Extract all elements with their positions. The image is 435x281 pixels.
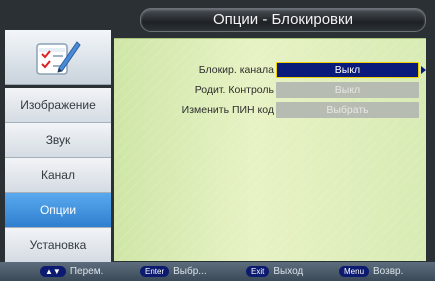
footer-hint-bar: ▲▼ Перем. Enter Выбр... Exit Выход Menu Возв… [0, 262, 435, 281]
sidebar-item-options[interactable]: Опции [5, 193, 111, 228]
sidebar: Изображение Звук Канал Опции Установка [5, 30, 111, 263]
hint-back: Menu Возвр. [339, 265, 403, 278]
hint-exit: Exit Выход [246, 265, 303, 278]
setting-label: Изменить ПИН код [181, 104, 274, 116]
sidebar-item-channel[interactable]: Канал [5, 158, 111, 193]
setting-row-parental-control[interactable]: Родит. Контроль Выкл [114, 81, 426, 99]
setting-label: Родит. Контроль [194, 84, 274, 96]
enter-key-icon: Enter [140, 266, 170, 277]
menu-key-icon: Menu [339, 266, 370, 277]
setting-value-change-pin[interactable]: Выбрать [276, 102, 419, 118]
sidebar-item-image[interactable]: Изображение [5, 88, 111, 123]
hint-navigate: ▲▼ Перем. [40, 265, 103, 278]
page-title: Опции - Блокировки [140, 8, 426, 32]
exit-key-icon: Exit [246, 266, 270, 277]
sidebar-item-sound[interactable]: Звук [5, 123, 111, 158]
updown-key-icon: ▲▼ [40, 266, 66, 277]
hint-text: Возвр. [373, 266, 404, 277]
hint-select: Enter Выбр... [140, 265, 207, 278]
options-tile [5, 30, 111, 85]
hint-text: Выбр... [173, 266, 207, 277]
hint-text: Выход [273, 266, 304, 277]
setting-value-parental-control[interactable]: Выкл [276, 82, 419, 98]
checklist-pencil-icon [36, 41, 81, 75]
setting-row-channel-lock[interactable]: Блокир. канала Выкл [114, 61, 426, 79]
hint-text: Перем. [69, 266, 104, 277]
setting-label: Блокир. канала [198, 64, 274, 76]
sidebar-item-setup[interactable]: Установка [5, 228, 111, 263]
arrow-right-icon [421, 66, 426, 74]
setting-row-change-pin[interactable]: Изменить ПИН код Выбрать [114, 101, 426, 119]
settings-panel: Блокир. канала Выкл Родит. Контроль Выкл… [114, 38, 426, 261]
setting-value-channel-lock[interactable]: Выкл [276, 62, 419, 78]
